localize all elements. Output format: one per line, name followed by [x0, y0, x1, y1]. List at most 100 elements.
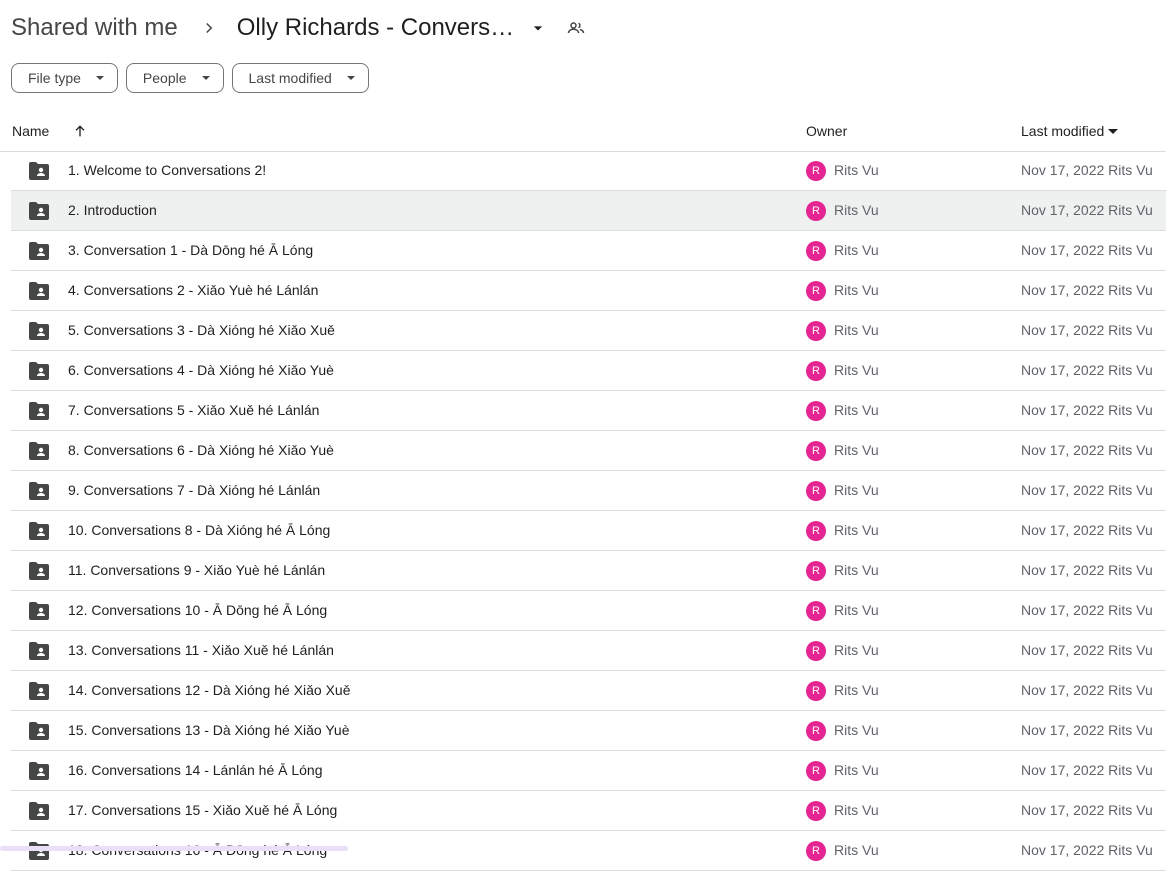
file-name[interactable]: 5. Conversations 3 - Dà Xióng hé Xiǎo Xu…	[68, 322, 335, 338]
arrow-drop-down-icon	[1108, 126, 1119, 136]
table-row[interactable]: 8. Conversations 6 - Dà Xióng hé Xiǎo Yu…	[11, 431, 1166, 471]
table-row[interactable]: 9. Conversations 7 - Dà Xióng hé Lánlán R…	[11, 471, 1166, 511]
file-type-filter-label: File type	[28, 70, 81, 86]
table-row[interactable]: 14. Conversations 12 - Dà Xióng hé Xiǎo …	[11, 671, 1166, 711]
shared-folder-icon	[29, 722, 49, 740]
file-name[interactable]: 8. Conversations 6 - Dà Xióng hé Xiǎo Yu…	[68, 442, 334, 458]
last-modified-value: Nov 17, 2022 Rits Vu	[1021, 202, 1153, 218]
owner-name: Rits Vu	[834, 642, 879, 658]
avatar: R	[806, 361, 826, 381]
owner-name: Rits Vu	[834, 362, 879, 378]
table-row[interactable]: 2. Introduction R Rits Vu Nov 17, 2022 Rits…	[11, 191, 1166, 231]
file-name[interactable]: 9. Conversations 7 - Dà Xióng hé Lánlán	[68, 482, 320, 498]
arrow-up-icon[interactable]	[72, 123, 88, 139]
last-modified-value: Nov 17, 2022 Rits Vu	[1021, 802, 1153, 818]
shared-folder-icon	[29, 402, 49, 420]
avatar: R	[806, 321, 826, 341]
avatar: R	[806, 441, 826, 461]
file-name[interactable]: 15. Conversations 13 - Dà Xióng hé Xiǎo …	[68, 722, 349, 738]
last-modified-filter-label: Last modified	[248, 70, 332, 86]
last-modified-value: Nov 17, 2022 Rits Vu	[1021, 522, 1153, 538]
last-modified-value: Nov 17, 2022 Rits Vu	[1021, 562, 1153, 578]
avatar: R	[806, 401, 826, 421]
last-modified-value: Nov 17, 2022 Rits Vu	[1021, 282, 1153, 298]
avatar: R	[806, 641, 826, 661]
last-modified-value: Nov 17, 2022 Rits Vu	[1021, 402, 1153, 418]
table-row[interactable]: 16. Conversations 14 - Lánlán hé Ā Lóng R…	[11, 751, 1166, 791]
table-row[interactable]: 13. Conversations 11 - Xiǎo Xuě hé Lánlá…	[11, 631, 1166, 671]
file-name[interactable]: 12. Conversations 10 - Ā Dōng hé Ā Lóng	[68, 602, 327, 618]
avatar: R	[806, 801, 826, 821]
table-row[interactable]: 5. Conversations 3 - Dà Xióng hé Xiǎo Xu…	[11, 311, 1166, 351]
horizontal-scrollbar[interactable]	[0, 846, 348, 851]
arrow-drop-down-icon	[201, 73, 211, 83]
shared-folder-icon	[29, 202, 49, 220]
file-name[interactable]: 1. Welcome to Conversations 2!	[68, 162, 266, 178]
file-name[interactable]: 2. Introduction	[68, 202, 157, 218]
owner-column-header: Owner	[806, 123, 848, 139]
owner-name: Rits Vu	[834, 482, 879, 498]
avatar: R	[806, 681, 826, 701]
last-modified-column-header[interactable]: Last modified	[1021, 123, 1119, 139]
name-column-header[interactable]: Name	[12, 123, 49, 139]
table-row[interactable]: 17. Conversations 15 - Xiǎo Xuě hé Ā Lón…	[11, 791, 1166, 831]
shared-folder-icon	[29, 322, 49, 340]
avatar: R	[806, 481, 826, 501]
owner-name: Rits Vu	[834, 442, 879, 458]
shared-folder-icon	[29, 442, 49, 460]
file-name[interactable]: 7. Conversations 5 - Xiǎo Xuě hé Lánlán	[68, 402, 319, 418]
file-name[interactable]: 11. Conversations 9 - Xiǎo Yuè hé Lánlán	[68, 562, 325, 578]
table-row[interactable]: 10. Conversations 8 - Dà Xióng hé Ā Lóng…	[11, 511, 1166, 551]
owner-name: Rits Vu	[834, 162, 879, 178]
avatar: R	[806, 761, 826, 781]
shared-folder-icon	[29, 762, 49, 780]
people-filter[interactable]: People	[125, 63, 224, 93]
shared-folder-icon	[29, 522, 49, 540]
file-name[interactable]: 4. Conversations 2 - Xiǎo Yuè hé Lánlán	[68, 282, 318, 298]
file-name[interactable]: 16. Conversations 14 - Lánlán hé Ā Lóng	[68, 762, 323, 778]
breadcrumb-current-folder[interactable]: Olly Richards - Convers…	[237, 14, 514, 42]
table-row[interactable]: 6. Conversations 4 - Dà Xióng hé Xiǎo Yu…	[11, 351, 1166, 391]
table-row[interactable]: 7. Conversations 5 - Xiǎo Xuě hé Lánlán R…	[11, 391, 1166, 431]
table-row[interactable]: 12. Conversations 10 - Ā Dōng hé Ā Lóng R…	[11, 591, 1166, 631]
last-modified-filter[interactable]: Last modified	[231, 63, 369, 93]
filter-bar: File type People Last modified	[11, 63, 369, 93]
last-modified-value: Nov 17, 2022 Rits Vu	[1021, 322, 1153, 338]
owner-name: Rits Vu	[834, 762, 879, 778]
table-row[interactable]: 4. Conversations 2 - Xiǎo Yuè hé Lánlán R…	[11, 271, 1166, 311]
file-type-filter[interactable]: File type	[11, 63, 118, 93]
table-row[interactable]: 1. Welcome to Conversations 2! R Rits Vu No…	[11, 151, 1166, 191]
folder-menu-dropdown-icon[interactable]	[528, 18, 548, 38]
avatar: R	[806, 201, 826, 221]
owner-name: Rits Vu	[834, 682, 879, 698]
file-name[interactable]: 6. Conversations 4 - Dà Xióng hé Xiǎo Yu…	[68, 362, 334, 378]
last-modified-value: Nov 17, 2022 Rits Vu	[1021, 642, 1153, 658]
shared-folder-icon	[29, 162, 49, 180]
last-modified-value: Nov 17, 2022 Rits Vu	[1021, 162, 1153, 178]
table-row[interactable]: 11. Conversations 9 - Xiǎo Yuè hé Lánlán…	[11, 551, 1166, 591]
owner-name: Rits Vu	[834, 242, 879, 258]
owner-name: Rits Vu	[834, 842, 879, 858]
owner-name: Rits Vu	[834, 282, 879, 298]
avatar: R	[806, 721, 826, 741]
table-row[interactable]: 18. Conversations 16 - Ā Dōng hé Ā LóngR…	[11, 831, 1166, 871]
arrow-drop-down-icon	[346, 73, 356, 83]
owner-name: Rits Vu	[834, 562, 879, 578]
file-name[interactable]: 10. Conversations 8 - Dà Xióng hé Ā Lóng	[68, 522, 330, 538]
shared-folder-icon	[29, 482, 49, 500]
file-name[interactable]: 3. Conversation 1 - Dà Dōng hé Ā Lóng	[68, 242, 313, 258]
shared-folder-icon	[29, 282, 49, 300]
shared-folder-icon	[29, 242, 49, 260]
owner-name: Rits Vu	[834, 602, 879, 618]
file-name[interactable]: 13. Conversations 11 - Xiǎo Xuě hé Lánlá…	[68, 642, 334, 658]
table-row[interactable]: 15. Conversations 13 - Dà Xióng hé Xiǎo …	[11, 711, 1166, 751]
shared-folder-icon	[29, 602, 49, 620]
breadcrumb-shared-with-me[interactable]: Shared with me	[11, 14, 178, 42]
last-modified-value: Nov 17, 2022 Rits Vu	[1021, 242, 1153, 258]
shared-folder-icon	[29, 802, 49, 820]
avatar: R	[806, 241, 826, 261]
file-name[interactable]: 17. Conversations 15 - Xiǎo Xuě hé Ā Lón…	[68, 802, 337, 818]
people-filter-label: People	[142, 70, 187, 86]
file-name[interactable]: 14. Conversations 12 - Dà Xióng hé Xiǎo …	[68, 682, 351, 698]
table-row[interactable]: 3. Conversation 1 - Dà Dōng hé Ā Lóng R Ri…	[11, 231, 1166, 271]
